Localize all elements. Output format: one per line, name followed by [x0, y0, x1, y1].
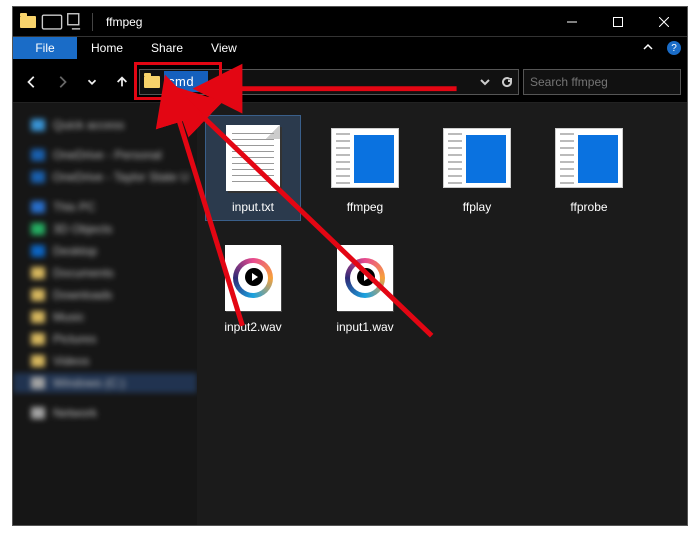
- sidebar-item-label: Desktop: [53, 244, 97, 258]
- file-item[interactable]: ffprobe: [541, 115, 637, 221]
- sidebar-item-label: OneDrive - Personal: [53, 148, 162, 162]
- nav-up-button[interactable]: [109, 69, 135, 95]
- sidebar-item-label: OneDrive - Taylor State U: [53, 170, 190, 184]
- search-input[interactable]: [530, 75, 685, 89]
- search-box[interactable]: [523, 69, 681, 95]
- nav-history-dropdown[interactable]: [79, 69, 105, 95]
- address-input[interactable]: [164, 71, 208, 92]
- tab-view[interactable]: View: [197, 37, 251, 59]
- sidebar-item-label: Quick access: [53, 118, 124, 132]
- body: Quick access OneDrive - Personal OneDriv…: [13, 103, 687, 525]
- sidebar-item-label: Videos: [53, 354, 89, 368]
- tab-home[interactable]: Home: [77, 37, 137, 59]
- address-bar[interactable]: [139, 69, 519, 95]
- title-bar: ffmpeg: [13, 7, 687, 37]
- ribbon-collapse-button[interactable]: [635, 37, 661, 59]
- nav-pane[interactable]: Quick access OneDrive - Personal OneDriv…: [13, 103, 197, 525]
- tab-share[interactable]: Share: [137, 37, 197, 59]
- address-history-dropdown[interactable]: [474, 70, 496, 94]
- file-label: ffplay: [463, 200, 491, 214]
- sidebar-item-label: Pictures: [53, 332, 96, 346]
- file-thumbnail: [553, 122, 625, 194]
- nav-forward-button[interactable]: [49, 69, 75, 95]
- file-item[interactable]: ffplay: [429, 115, 525, 221]
- sidebar-item-label: 3D Objects: [53, 222, 112, 236]
- app-icon: [17, 11, 39, 33]
- address-folder-icon: [140, 76, 164, 88]
- ribbon: File Home Share View ?: [13, 37, 687, 61]
- nav-back-button[interactable]: [19, 69, 45, 95]
- help-icon: ?: [667, 41, 681, 55]
- file-label: input2.wav: [224, 320, 281, 334]
- sidebar-item-label: Windows (C:): [53, 376, 125, 390]
- file-thumbnail: [329, 242, 401, 314]
- sidebar-item-label: Downloads: [53, 288, 112, 302]
- tab-file[interactable]: File: [13, 37, 77, 59]
- window-title: ffmpeg: [100, 15, 549, 29]
- maximize-button[interactable]: [595, 7, 641, 37]
- file-thumbnail: [217, 122, 289, 194]
- file-label: ffprobe: [570, 200, 607, 214]
- sidebar-item-label: Network: [53, 406, 97, 420]
- refresh-button[interactable]: [496, 70, 518, 94]
- nav-bar: [13, 61, 687, 103]
- file-item[interactable]: ffmpeg: [317, 115, 413, 221]
- file-item[interactable]: input2.wav: [205, 235, 301, 341]
- sidebar-item-label: This PC: [53, 200, 96, 214]
- divider: [92, 13, 93, 31]
- file-label: input.txt: [232, 200, 274, 214]
- file-label: input1.wav: [336, 320, 393, 334]
- qat-dropdown[interactable]: [65, 11, 87, 33]
- file-pane[interactable]: input.txt ffmpeg ffplay ffprobe input2.wav in…: [197, 103, 687, 525]
- minimize-button[interactable]: [549, 7, 595, 37]
- sidebar-item-label: Music: [53, 310, 84, 324]
- help-button[interactable]: ?: [661, 37, 687, 59]
- qat-button[interactable]: [41, 11, 63, 33]
- file-thumbnail: [217, 242, 289, 314]
- file-item[interactable]: input.txt: [205, 115, 301, 221]
- file-thumbnail: [329, 122, 401, 194]
- close-button[interactable]: [641, 7, 687, 37]
- file-item[interactable]: input1.wav: [317, 235, 413, 341]
- file-thumbnail: [441, 122, 513, 194]
- explorer-window: ffmpeg File Home Share View ?: [12, 6, 688, 526]
- file-label: ffmpeg: [347, 200, 383, 214]
- sidebar-item-label: Documents: [53, 266, 114, 280]
